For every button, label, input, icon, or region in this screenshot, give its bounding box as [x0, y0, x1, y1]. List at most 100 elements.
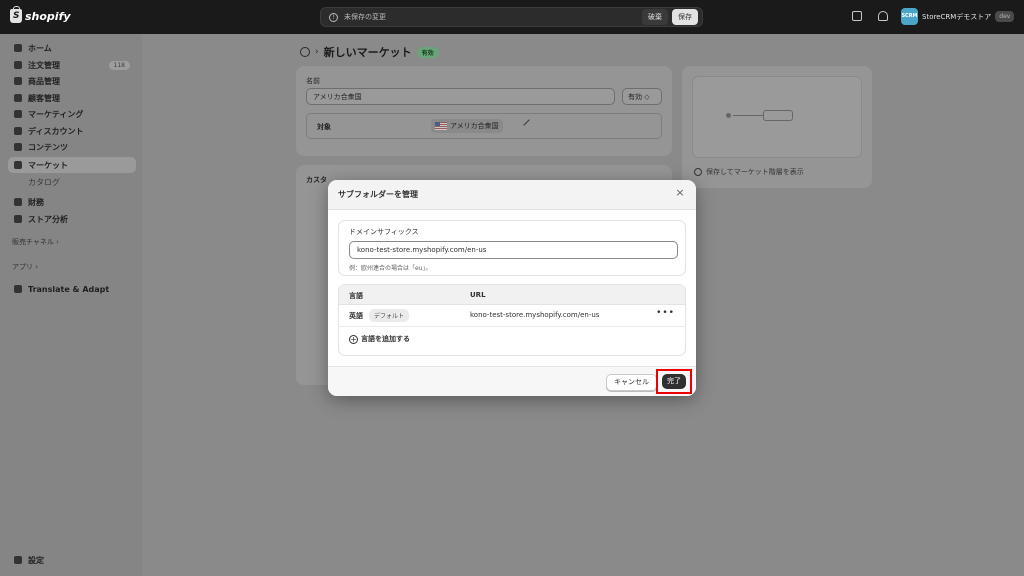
- market-name-input[interactable]: アメリカ合衆国: [306, 88, 615, 105]
- sidebar: ホーム 注文管理 118 商品管理 顧客管理 マーケティング ディスカウント コン…: [0, 34, 142, 576]
- sidebar-item-label: 財務: [28, 197, 44, 207]
- connector-line: [733, 115, 763, 116]
- target-region-name: アメリカ合衆国: [450, 122, 499, 130]
- top-bar: S shopify ! 未保存の変更 破棄 保存 SCRM StoreCRMデモ…: [0, 0, 1024, 34]
- node-box: [763, 110, 793, 121]
- avatar: SCRM: [901, 8, 918, 25]
- sidebar-item-label: 設定: [28, 555, 44, 565]
- sidebar-item-home[interactable]: ホーム: [8, 40, 136, 56]
- more-actions-icon[interactable]: •••: [656, 308, 675, 318]
- discount-icon: [14, 127, 22, 135]
- sidebar-item-label: ホーム: [28, 43, 52, 53]
- preview-hint-text: 保存してマーケット階層を表示: [706, 168, 804, 176]
- sidebar-item-settings[interactable]: 設定: [8, 552, 136, 568]
- person-icon: [14, 94, 22, 102]
- hierarchy-preview: [692, 76, 862, 158]
- sidebar-item-label: 注文管理: [28, 60, 60, 70]
- discard-button[interactable]: 破棄: [642, 9, 668, 25]
- domain-suffix-card: ドメインサフィックス kono-test-store.myshopify.com…: [338, 220, 686, 276]
- sidebar-item-analytics[interactable]: ストア分析: [8, 211, 136, 227]
- column-url: URL: [470, 291, 486, 299]
- sidebar-item-label: マーケット: [28, 160, 68, 170]
- shopify-logo[interactable]: S shopify: [10, 6, 71, 23]
- sales-channels-link[interactable]: 販売チャネル ›: [12, 237, 59, 247]
- unsaved-message: 未保存の変更: [344, 13, 386, 21]
- default-badge: デフォルト: [369, 309, 410, 322]
- column-language: 言語: [349, 292, 363, 300]
- bell-icon[interactable]: [878, 11, 888, 21]
- domain-suffix-input[interactable]: kono-test-store.myshopify.com/en-us: [349, 241, 678, 259]
- target-region-box: 対象 アメリカ合衆国: [306, 113, 662, 139]
- sidebar-item-label: ディスカウント: [28, 126, 84, 136]
- manage-subfolder-dialog: サブフォルダーを管理 × ドメインサフィックス kono-test-store.…: [328, 180, 696, 396]
- sidebar-item-label: ストア分析: [28, 214, 68, 224]
- sidebar-item-discounts[interactable]: ディスカウント: [8, 123, 136, 139]
- home-icon: [14, 44, 22, 52]
- sidebar-item-content[interactable]: コンテンツ: [8, 139, 136, 155]
- sidebar-item-orders[interactable]: 注文管理 118: [8, 57, 136, 73]
- target-region-chip[interactable]: アメリカ合衆国: [431, 119, 503, 133]
- done-button[interactable]: 完了: [662, 374, 686, 389]
- store-menu[interactable]: SCRM StoreCRMデモストア dev: [901, 8, 1015, 25]
- sidebar-item-label: 商品管理: [28, 76, 60, 86]
- cancel-button[interactable]: キャンセル: [606, 374, 657, 391]
- breadcrumb-separator: ›: [315, 47, 319, 57]
- content-icon: [14, 143, 22, 151]
- target-label: 対象: [317, 123, 331, 131]
- plus-circle-icon: +: [349, 334, 358, 344]
- tag-icon: [14, 77, 22, 85]
- table-row: 英語 デフォルト kono-test-store.myshopify.com/e…: [339, 305, 685, 327]
- language-url: kono-test-store.myshopify.com/en-us: [470, 311, 600, 319]
- globe-icon: [14, 161, 22, 169]
- custom-label: カスタ: [306, 176, 327, 184]
- globe-icon[interactable]: [300, 47, 310, 57]
- sidebar-item-label: マーケティング: [28, 109, 84, 119]
- highlight-box: 完了: [656, 369, 692, 394]
- dialog-header: サブフォルダーを管理 ×: [328, 180, 696, 210]
- close-icon[interactable]: ×: [674, 187, 686, 199]
- table-header: 言語 URL: [339, 285, 685, 305]
- info-icon: [694, 168, 702, 176]
- sidebar-item-translate-adapt[interactable]: Translate & Adapt: [8, 281, 136, 297]
- brand-name: shopify: [25, 9, 71, 23]
- pencil-icon[interactable]: [523, 119, 535, 131]
- chart-icon: [14, 215, 22, 223]
- name-label: 名前: [306, 77, 320, 85]
- gear-icon: [14, 556, 22, 564]
- us-flag-icon: [435, 122, 447, 130]
- top-icons: [852, 11, 888, 21]
- domain-suffix-label: ドメインサフィックス: [349, 228, 419, 236]
- bank-icon: [14, 198, 22, 206]
- status-badge: 有効: [416, 46, 439, 58]
- sidebar-item-marketing[interactable]: マーケティング: [8, 106, 136, 122]
- apps-link[interactable]: アプリ ›: [12, 262, 38, 272]
- add-language-label: 言語を追加する: [361, 335, 410, 343]
- preview-hint: 保存してマーケット階層を表示: [694, 167, 804, 177]
- node-dot: [726, 113, 731, 118]
- target-icon: [14, 110, 22, 118]
- add-language-button[interactable]: + 言語を追加する: [349, 334, 410, 344]
- languages-table: 言語 URL 英語 デフォルト kono-test-store.myshopif…: [338, 284, 686, 356]
- info-icon: !: [329, 12, 338, 22]
- inbox-icon[interactable]: [852, 11, 862, 21]
- sidebar-item-finance[interactable]: 財務: [8, 194, 136, 210]
- unsaved-changes-bar: ! 未保存の変更 破棄 保存: [320, 7, 703, 27]
- sidebar-item-label: Translate & Adapt: [28, 284, 110, 294]
- page-title: 新しいマーケット: [323, 46, 412, 59]
- app-icon: [14, 285, 22, 293]
- language-name: 英語: [349, 312, 363, 320]
- store-name: StoreCRMデモストア: [922, 12, 992, 21]
- store-badge: dev: [995, 11, 1015, 22]
- sidebar-item-products[interactable]: 商品管理: [8, 73, 136, 89]
- dialog-title: サブフォルダーを管理: [338, 190, 418, 199]
- sidebar-item-catalog[interactable]: カタログ: [28, 177, 60, 188]
- sidebar-item-label: コンテンツ: [28, 142, 68, 152]
- shopping-bag-icon: S: [10, 6, 22, 23]
- domain-suffix-help: 例：欧州連合の場合は「eu」。: [349, 265, 432, 272]
- status-select[interactable]: 有効 ◇: [622, 88, 662, 105]
- sidebar-item-customers[interactable]: 顧客管理: [8, 90, 136, 106]
- market-name-card: 名前 アメリカ合衆国 有効 ◇ 対象 アメリカ合衆国: [296, 66, 672, 156]
- sidebar-item-markets[interactable]: マーケット: [8, 157, 136, 173]
- save-button[interactable]: 保存: [672, 9, 698, 25]
- sidebar-item-label: 顧客管理: [28, 93, 60, 103]
